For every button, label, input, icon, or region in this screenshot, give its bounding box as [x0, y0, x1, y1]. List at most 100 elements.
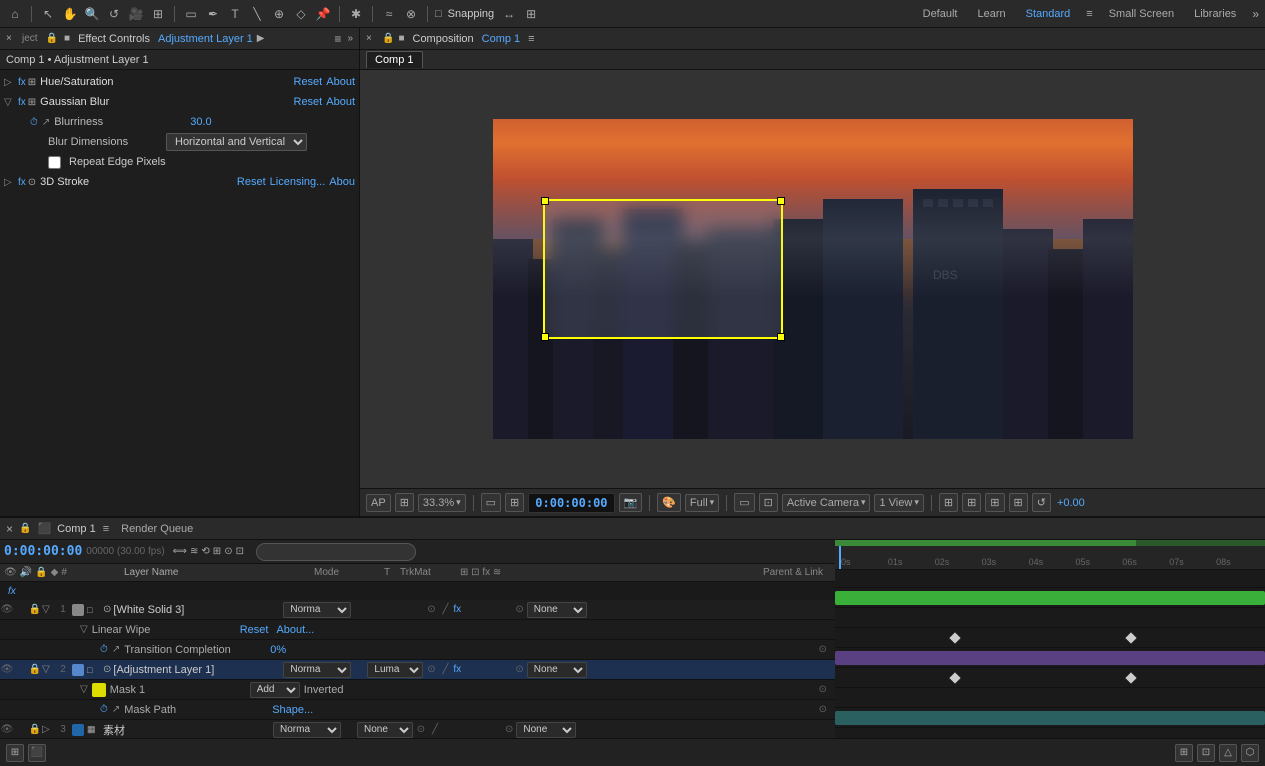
proportional-grid-btn[interactable]: ⊞: [985, 493, 1004, 512]
active-camera-dropdown[interactable]: Active Camera: [782, 494, 871, 512]
panel-expand-icon[interactable]: ▶: [257, 33, 265, 44]
draft-3d-icon[interactable]: ⊡: [236, 546, 244, 557]
panel-menu-icon[interactable]: ≡: [334, 32, 341, 46]
refresh-btn[interactable]: ↺: [1032, 493, 1051, 512]
mask-path-value[interactable]: Shape...: [272, 704, 313, 716]
panel-close-button[interactable]: ×: [6, 33, 18, 45]
blurriness-value[interactable]: 30.0: [190, 116, 211, 128]
hue-sat-reset-btn[interactable]: Reset: [294, 76, 323, 88]
text-tool[interactable]: T: [226, 5, 244, 23]
orientation-tool[interactable]: ⊗: [402, 5, 420, 23]
layer1-vis-icon[interactable]: 👁: [0, 604, 14, 615]
align-tool[interactable]: ⊞: [522, 5, 540, 23]
keyframe-navigator-btn[interactable]: ⬡: [1241, 744, 1259, 762]
snapping-checkbox[interactable]: □: [435, 8, 442, 20]
layer2-name[interactable]: [Adjustment Layer 1]: [113, 664, 283, 676]
new-solid-btn[interactable]: ⬛: [28, 744, 46, 762]
comp-panel-info-icon[interactable]: ■: [398, 33, 404, 44]
home-icon[interactable]: ⌂: [6, 5, 24, 23]
hand-tool[interactable]: ✋: [61, 5, 79, 23]
blur-dimensions-dropdown[interactable]: Horizontal and Vertical Horizontal Verti…: [166, 133, 307, 151]
layer3-solo-icon[interactable]: ⊙: [415, 724, 427, 736]
layer2-lock-icon[interactable]: 🔒: [28, 664, 42, 675]
transparency-grid-btn[interactable]: ⊞: [395, 493, 414, 512]
layer2-parent-select[interactable]: None: [527, 662, 587, 678]
mask-handle-tl[interactable]: [541, 197, 549, 205]
gaussian-blur-reset-btn[interactable]: Reset: [294, 96, 323, 108]
toggle-chart-editor[interactable]: ⊞: [213, 546, 221, 557]
workspace-small-screen[interactable]: Small Screen: [1105, 6, 1178, 22]
trans-comp-stopwatch[interactable]: ⏱: [100, 644, 108, 655]
timeline-search-input[interactable]: [256, 543, 416, 561]
region-of-interest-btn[interactable]: ▭: [481, 493, 501, 512]
workspace-default[interactable]: Default: [919, 6, 962, 22]
3d-stroke-reset-btn[interactable]: Reset: [237, 176, 266, 188]
linear-wipe-about-btn[interactable]: About...: [276, 624, 314, 636]
mask1-blend-select[interactable]: AddSubtractIntersect: [250, 682, 300, 698]
layer2-trkmat-select[interactable]: LumaNone: [367, 662, 423, 678]
zoom-tool[interactable]: 🔍: [83, 5, 101, 23]
hue-sat-enabled[interactable]: fx: [18, 77, 26, 88]
timeline-menu-icon[interactable]: ≡: [103, 523, 109, 535]
transparency-toggle-btn[interactable]: ⊡: [759, 493, 778, 512]
mask1-collapse[interactable]: ▽: [80, 684, 88, 695]
time-display[interactable]: 0:00:00:00: [528, 493, 614, 513]
more-options-icon[interactable]: ⊙: [224, 546, 232, 557]
layer3-collapse-switches[interactable]: ╱: [429, 724, 441, 736]
layer1-parent-select[interactable]: None: [527, 602, 587, 618]
mask1-kf-end[interactable]: [1126, 672, 1137, 683]
blurriness-stopwatch[interactable]: ⏱: [30, 117, 38, 128]
rotate-tool[interactable]: ↺: [105, 5, 123, 23]
layer2-collapse-switches[interactable]: ╱: [439, 664, 451, 676]
linear-wipe-reset-btn[interactable]: Reset: [240, 624, 269, 636]
mask-handle-br[interactable]: [777, 333, 785, 341]
snapshot-btn[interactable]: 📷: [619, 493, 643, 512]
workspace-standard[interactable]: Standard: [1022, 6, 1075, 22]
workspace-learn[interactable]: Learn: [973, 6, 1009, 22]
camera-tool[interactable]: 🎥: [127, 5, 145, 23]
mask-path-stopwatch[interactable]: ⏱: [100, 704, 108, 715]
hue-sat-about-btn[interactable]: About: [326, 76, 355, 88]
color-channels-btn[interactable]: 🎨: [657, 493, 681, 512]
layer2-color[interactable]: [72, 664, 84, 676]
timeline-lock-icon[interactable]: 🔒: [19, 523, 31, 534]
zoom-dropdown[interactable]: 33.3%: [418, 494, 466, 512]
view-layout-dropdown[interactable]: 1 View: [874, 494, 923, 512]
ruler-btn[interactable]: ⊞: [939, 493, 958, 512]
mask-handle-bl[interactable]: [541, 333, 549, 341]
comp-tab-comp1[interactable]: Comp 1: [366, 51, 423, 68]
expand-timeline-btn[interactable]: ⊞: [1175, 744, 1193, 762]
playback-range-btn[interactable]: ⊡: [1197, 744, 1215, 762]
layer1-solo-icon[interactable]: ⊙: [425, 604, 437, 616]
layer1-mode-select[interactable]: NormaAddScreen: [283, 602, 351, 618]
workspace-libraries[interactable]: Libraries: [1190, 6, 1240, 22]
trans-comp-kf2[interactable]: [1126, 632, 1137, 643]
comp-menu-icon[interactable]: ≡: [528, 33, 534, 45]
always-preview-btn[interactable]: AP: [366, 494, 391, 512]
layer2-fx-icon[interactable]: fx: [453, 664, 461, 675]
fast-preview-btn[interactable]: ▭: [734, 493, 754, 512]
comp-panel-close[interactable]: ×: [366, 33, 378, 45]
timeline-timecode[interactable]: 0:00:00:00: [4, 544, 82, 559]
layer3-name[interactable]: 素材: [103, 722, 273, 738]
title-safe-btn[interactable]: ⊞: [1009, 493, 1028, 512]
comp-viewport[interactable]: DBS: [360, 70, 1265, 488]
3d-stroke-licensing-btn[interactable]: Licensing...: [270, 176, 326, 188]
transparency-btn[interactable]: ⊞: [505, 493, 524, 512]
solo-btn[interactable]: △: [1219, 744, 1237, 762]
grid-btn[interactable]: ⊞: [962, 493, 981, 512]
layer3-trkmat-select[interactable]: None: [357, 722, 413, 738]
hue-sat-toggle[interactable]: ▷: [4, 77, 18, 88]
layer2-mode-select[interactable]: NormaAdd: [283, 662, 351, 678]
layer3-vis-icon[interactable]: 👁: [0, 724, 14, 735]
layer3-mode-select[interactable]: Norma: [273, 722, 341, 738]
workspace-expand-icon[interactable]: »: [1252, 7, 1259, 21]
layer1-lock-icon[interactable]: 🔒: [28, 604, 42, 615]
gaussian-blur-about-btn[interactable]: About: [326, 96, 355, 108]
layer3-parent-select[interactable]: None: [516, 722, 576, 738]
linear-wipe-collapse[interactable]: ▽: [80, 624, 88, 635]
panel-chevron-icon[interactable]: »: [347, 33, 353, 44]
mask1-kf-start[interactable]: [949, 672, 960, 683]
toggle-live-update[interactable]: ⟲: [201, 546, 209, 557]
gaussian-blur-toggle[interactable]: ▽: [4, 97, 18, 108]
